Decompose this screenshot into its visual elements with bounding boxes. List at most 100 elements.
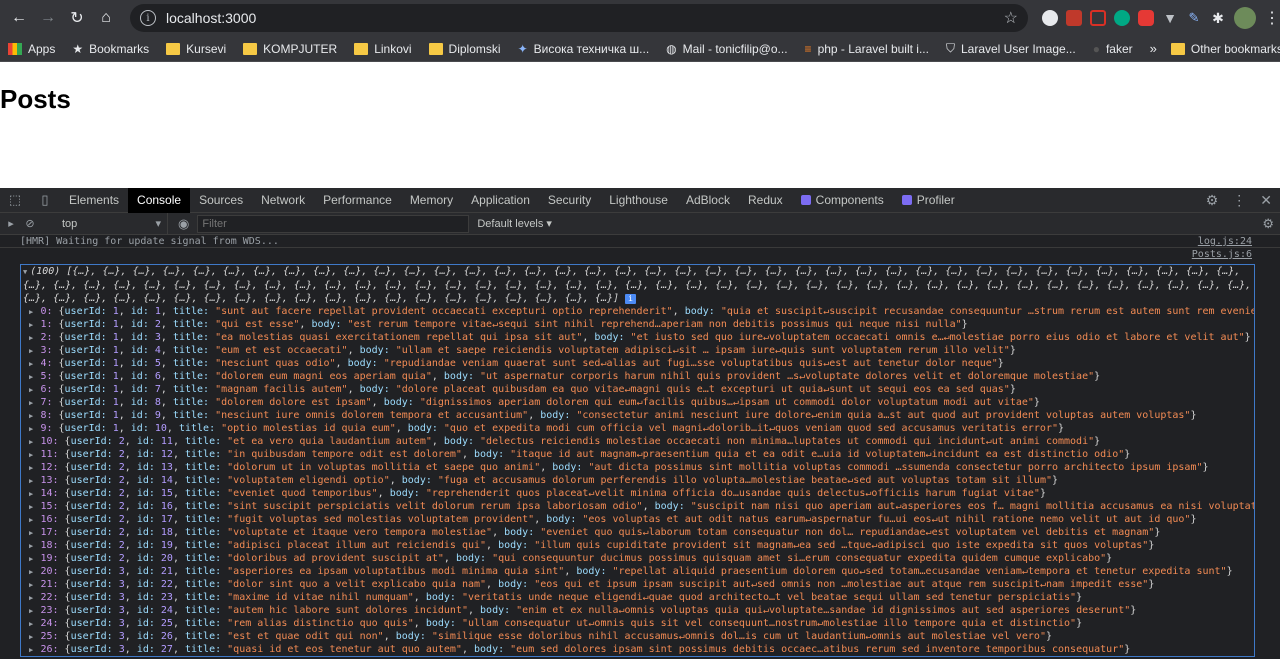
list-item[interactable]: ▶ 24: {userId: 3, id: 25, title: "rem al…: [21, 617, 1254, 630]
expand-triangle-icon[interactable]: ▶: [29, 334, 37, 342]
reload-icon[interactable]: ↻: [64, 5, 90, 31]
list-item[interactable]: ▶ 22: {userId: 3, id: 23, title: "maxime…: [21, 591, 1254, 604]
expand-triangle-icon[interactable]: ▶: [29, 451, 37, 459]
tab-elements[interactable]: Elements: [60, 188, 128, 213]
expand-triangle-icon[interactable]: ▶: [29, 399, 37, 407]
close-devtools-icon[interactable]: ✕: [1260, 192, 1272, 209]
list-item[interactable]: ▶ 4: {userId: 1, id: 5, title: "nesciunt…: [21, 357, 1254, 370]
extension-icon[interactable]: [1066, 10, 1082, 26]
list-item[interactable]: ▶ 5: {userId: 1, id: 6, title: "dolorem …: [21, 370, 1254, 383]
extension-icon[interactable]: [1114, 10, 1130, 26]
tab-lighthouse[interactable]: Lighthouse: [600, 188, 677, 213]
expand-triangle-icon[interactable]: ▶: [29, 438, 37, 446]
more-bookmarks-icon[interactable]: »: [1150, 41, 1157, 56]
list-item[interactable]: ▶ 0: {userId: 1, id: 1, title: "sunt aut…: [21, 305, 1254, 318]
list-item[interactable]: ▶ 9: {userId: 1, id: 10, title: "optio m…: [21, 422, 1254, 435]
expand-triangle-icon[interactable]: ▶: [29, 594, 37, 602]
bookmark-php[interactable]: ≡ php - Laravel built i...: [805, 42, 929, 56]
list-item[interactable]: ▶ 19: {userId: 2, id: 20, title: "dolori…: [21, 552, 1254, 565]
console-settings-icon[interactable]: ⚙: [1262, 216, 1280, 232]
list-item[interactable]: ▶ 8: {userId: 1, id: 9, title: "nesciunt…: [21, 409, 1254, 422]
expand-triangle-icon[interactable]: ▶: [29, 412, 37, 420]
tab-console[interactable]: Console: [128, 187, 191, 213]
expand-triangle-icon[interactable]: ▶: [29, 542, 37, 550]
vue-devtools-icon[interactable]: ▼: [1162, 10, 1178, 26]
list-item[interactable]: ▶ 1: {userId: 1, id: 2, title: "qui est …: [21, 318, 1254, 331]
console-filter-input[interactable]: [197, 214, 470, 233]
expand-triangle-icon[interactable]: ▶: [29, 516, 37, 524]
list-item[interactable]: ▶ 12: {userId: 2, id: 13, title: "doloru…: [21, 461, 1254, 474]
devtools-menu-icon[interactable]: ⋮: [1232, 192, 1246, 209]
expand-triangle-icon[interactable]: ▶: [29, 581, 37, 589]
expand-triangle-icon[interactable]: ▶: [29, 620, 37, 628]
expand-triangle-icon[interactable]: ▶: [29, 464, 37, 472]
list-item[interactable]: ▶ 18: {userId: 2, id: 19, title: "adipis…: [21, 539, 1254, 552]
bookmark-diplomski[interactable]: Diplomski: [428, 42, 501, 56]
tab-memory[interactable]: Memory: [401, 188, 462, 213]
list-item[interactable]: ▶ 10: {userId: 2, id: 11, title: "et ea …: [21, 435, 1254, 448]
expand-triangle-icon[interactable]: ▶: [29, 386, 37, 394]
list-item[interactable]: ▶ 26: {userId: 3, id: 27, title: "quasi …: [21, 643, 1254, 656]
site-info-icon[interactable]: i: [140, 10, 156, 26]
bookmark-faker[interactable]: ● faker: [1093, 42, 1133, 56]
back-icon[interactable]: ←: [6, 5, 32, 31]
list-item[interactable]: ▶ 14: {userId: 2, id: 15, title: "evenie…: [21, 487, 1254, 500]
expand-triangle-icon[interactable]: ▶: [29, 607, 37, 615]
tab-sources[interactable]: Sources: [190, 188, 252, 213]
bookmark-laravel[interactable]: ⛉ Laravel User Image...: [946, 41, 1076, 56]
expand-triangle-icon[interactable]: ▼: [23, 268, 27, 276]
sidebar-toggle-icon[interactable]: ▸: [0, 217, 22, 230]
list-item[interactable]: ▶ 15: {userId: 2, id: 16, title: "sint s…: [21, 500, 1254, 513]
pen-icon[interactable]: ✎: [1186, 10, 1202, 26]
bookmark-kursevi[interactable]: Kursevi: [166, 42, 226, 56]
log-levels-dropdown[interactable]: Default levels ▾: [477, 217, 552, 230]
list-item[interactable]: ▶ 20: {userId: 3, id: 21, title: "asperi…: [21, 565, 1254, 578]
expand-triangle-icon[interactable]: ▶: [29, 360, 37, 368]
forward-icon[interactable]: →: [35, 5, 61, 31]
tab-security[interactable]: Security: [539, 188, 600, 213]
extension-icon[interactable]: [1090, 10, 1106, 26]
settings-gear-icon[interactable]: ⚙: [1206, 192, 1219, 209]
expand-triangle-icon[interactable]: ▶: [29, 646, 37, 654]
profile-avatar[interactable]: [1234, 7, 1256, 29]
expand-triangle-icon[interactable]: ▶: [29, 490, 37, 498]
tab-profiler[interactable]: Profiler: [893, 188, 964, 213]
list-item[interactable]: ▶ 23: {userId: 3, id: 24, title: "autem …: [21, 604, 1254, 617]
expand-triangle-icon[interactable]: ▶: [29, 308, 37, 316]
expand-triangle-icon[interactable]: ▶: [29, 555, 37, 563]
device-toolbar-icon[interactable]: ▯: [30, 192, 60, 208]
expand-triangle-icon[interactable]: ▶: [29, 373, 37, 381]
bookmark-linkovi[interactable]: Linkovi: [354, 42, 412, 56]
tab-adblock[interactable]: AdBlock: [677, 188, 739, 213]
list-item[interactable]: ▶ 21: {userId: 3, id: 22, title: "dolor …: [21, 578, 1254, 591]
bookmark-star-icon[interactable]: ☆: [1004, 8, 1018, 28]
list-item[interactable]: ▶ 11: {userId: 2, id: 12, title: "in qui…: [21, 448, 1254, 461]
list-item[interactable]: ▶ 3: {userId: 1, id: 4, title: "eum et e…: [21, 344, 1254, 357]
tab-network[interactable]: Network: [252, 188, 314, 213]
source-link[interactable]: Posts.js:6: [1192, 248, 1252, 260]
list-item[interactable]: ▶ 13: {userId: 2, id: 14, title: "volupt…: [21, 474, 1254, 487]
tab-application[interactable]: Application: [462, 188, 539, 213]
bookmark-kompjuter[interactable]: KOMPJUTER: [243, 42, 337, 56]
expand-triangle-icon[interactable]: ▶: [29, 633, 37, 641]
extension-icon[interactable]: [1042, 10, 1058, 26]
tab-components[interactable]: Components: [792, 188, 893, 213]
context-selector[interactable]: top ▾: [52, 212, 168, 235]
expand-triangle-icon[interactable]: ▶: [29, 477, 37, 485]
expand-triangle-icon[interactable]: ▶: [29, 321, 37, 329]
eye-icon[interactable]: ◉: [178, 216, 189, 232]
list-item[interactable]: ▶ 25: {userId: 3, id: 26, title: "est et…: [21, 630, 1254, 643]
expand-triangle-icon[interactable]: ▶: [29, 347, 37, 355]
list-item[interactable]: ▶ 16: {userId: 2, id: 17, title: "fugit …: [21, 513, 1254, 526]
list-item[interactable]: ▶ 6: {userId: 1, id: 7, title: "magnam f…: [21, 383, 1254, 396]
other-bookmarks[interactable]: Other bookmarks: [1170, 42, 1280, 56]
bookmark-mail[interactable]: ◍ Mail - tonicfilip@o...: [666, 42, 787, 56]
address-bar[interactable]: i localhost:3000 ☆: [130, 4, 1028, 32]
expand-triangle-icon[interactable]: ▶: [29, 503, 37, 511]
bookmark-bookmarks[interactable]: ★ Bookmarks: [72, 42, 149, 56]
extensions-puzzle-icon[interactable]: ✱: [1210, 10, 1226, 26]
list-item[interactable]: ▶ 2: {userId: 1, id: 3, title: "ea moles…: [21, 331, 1254, 344]
array-summary[interactable]: ▼ (100) [{…}, {…}, {…}, {…}, {…}, {…}, {……: [21, 265, 1254, 305]
tab-redux[interactable]: Redux: [739, 188, 792, 213]
url-text[interactable]: localhost:3000: [166, 10, 1004, 26]
